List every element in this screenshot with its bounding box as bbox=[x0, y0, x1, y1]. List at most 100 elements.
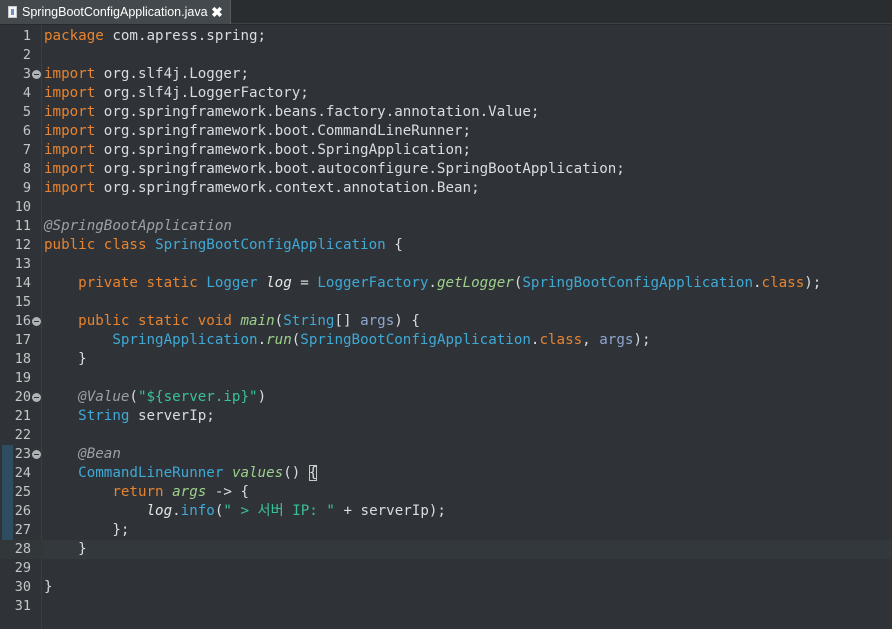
code-line[interactable]: 25 return args -> { bbox=[0, 483, 892, 502]
code-token: class bbox=[103, 237, 147, 253]
code-line[interactable]: 14 private static Logger log = LoggerFac… bbox=[0, 274, 892, 293]
code-line[interactable]: 11 @SpringBootApplication bbox=[0, 217, 892, 236]
code-token: log bbox=[146, 503, 173, 519]
line-number: 13 bbox=[14, 256, 31, 272]
code-token: + serverIp); bbox=[334, 503, 446, 519]
line-background bbox=[42, 559, 892, 578]
code-token: SpringBootConfigApplication bbox=[155, 237, 386, 253]
code-line[interactable]: 24 CommandLineRunner values() { bbox=[0, 464, 892, 483]
code-line[interactable]: 28 } bbox=[0, 540, 892, 559]
code-editor[interactable]: 1 package com.apress.spring; 2 3 import org.… bbox=[0, 25, 892, 629]
code-token: }; bbox=[44, 522, 130, 538]
code-line[interactable]: 12 public class SpringBootConfigApplicati… bbox=[0, 236, 892, 255]
code-text: @Value("${server.ip}") bbox=[44, 388, 266, 407]
code-text: }; bbox=[44, 521, 129, 540]
close-tab-icon[interactable]: ✖ bbox=[208, 4, 226, 21]
code-line[interactable]: 2 bbox=[0, 46, 892, 65]
line-background bbox=[42, 255, 892, 274]
line-background bbox=[42, 540, 892, 559]
line-number: 27 bbox=[14, 522, 31, 538]
line-number: 17 bbox=[14, 332, 31, 348]
code-line[interactable]: 16 public static void main(String[] args… bbox=[0, 312, 892, 331]
code-line[interactable]: 10 bbox=[0, 198, 892, 217]
code-token: String bbox=[78, 408, 130, 424]
code-token: @Bean bbox=[78, 446, 121, 462]
code-token: log bbox=[266, 275, 292, 291]
code-token: org.springframework.boot.CommandLineRunn… bbox=[95, 123, 472, 139]
line-number: 22 bbox=[14, 427, 31, 443]
line-number: 5 bbox=[22, 104, 31, 120]
code-line[interactable]: 18 } bbox=[0, 350, 892, 369]
code-line[interactable]: 31 bbox=[0, 597, 892, 616]
code-token: void bbox=[197, 313, 232, 329]
code-text: import org.slf4j.LoggerFactory; bbox=[44, 84, 309, 103]
code-line[interactable]: 15 bbox=[0, 293, 892, 312]
code-line[interactable]: 30} bbox=[0, 578, 892, 597]
code-token: ( bbox=[129, 389, 138, 405]
code-line[interactable]: 23 @Bean bbox=[0, 445, 892, 464]
code-line[interactable]: 21 String serverIp; bbox=[0, 407, 892, 426]
code-text: return args -> { bbox=[44, 483, 249, 502]
code-token: import bbox=[44, 180, 96, 196]
code-line[interactable]: 3 import org.slf4j.Logger; bbox=[0, 65, 892, 84]
code-token: . bbox=[428, 275, 437, 291]
code-line[interactable]: 1 package com.apress.spring; bbox=[0, 27, 892, 46]
code-token: " > 서버 IP: " bbox=[223, 503, 335, 519]
code-token: } bbox=[44, 351, 87, 367]
line-background bbox=[42, 46, 892, 65]
fold-collapse-icon[interactable] bbox=[32, 393, 41, 402]
fold-collapse-icon[interactable] bbox=[32, 450, 41, 459]
code-token: import bbox=[44, 123, 96, 139]
code-token: private bbox=[78, 275, 138, 291]
code-line[interactable]: 22 bbox=[0, 426, 892, 445]
code-line[interactable]: 29 bbox=[0, 559, 892, 578]
code-text: public class SpringBootConfigApplication… bbox=[44, 236, 403, 255]
code-token: . bbox=[172, 503, 181, 519]
code-token: , bbox=[582, 332, 600, 348]
line-number: 12 bbox=[14, 237, 31, 253]
line-number: 4 bbox=[22, 85, 31, 101]
code-text: import org.springframework.beans.factory… bbox=[44, 103, 539, 122]
fold-collapse-icon[interactable] bbox=[32, 70, 41, 79]
code-token: import bbox=[44, 66, 96, 82]
code-line[interactable]: 4 import org.slf4j.LoggerFactory; bbox=[0, 84, 892, 103]
line-background bbox=[42, 445, 892, 464]
code-token: values bbox=[231, 465, 284, 481]
code-token: static bbox=[137, 313, 190, 329]
code-token: . bbox=[753, 275, 762, 291]
code-line[interactable]: 20 @Value("${server.ip}") bbox=[0, 388, 892, 407]
editor-tab-springbootconfigapplication[interactable]: SpringBootConfigApplication.java ✖ bbox=[0, 0, 231, 24]
code-text: CommandLineRunner values() { bbox=[44, 464, 318, 483]
code-text: } bbox=[44, 350, 87, 369]
line-number: 18 bbox=[14, 351, 31, 367]
code-token: import bbox=[44, 161, 96, 177]
code-line[interactable]: 9 import org.springframework.context.anno… bbox=[0, 179, 892, 198]
code-line[interactable]: 19 bbox=[0, 369, 892, 388]
line-number: 10 bbox=[14, 199, 31, 215]
code-token: { bbox=[385, 237, 403, 253]
code-token: ( bbox=[291, 332, 301, 348]
code-line[interactable]: 26 log.info(" > 서버 IP: " + serverIp); bbox=[0, 502, 892, 521]
code-token: = bbox=[291, 275, 318, 291]
code-line[interactable]: 6 import org.springframework.boot.Command… bbox=[0, 122, 892, 141]
code-line[interactable]: 7 import org.springframework.boot.SpringA… bbox=[0, 141, 892, 160]
code-text: import org.springframework.boot.SpringAp… bbox=[44, 141, 471, 160]
code-line[interactable]: 8 import org.springframework.boot.autocon… bbox=[0, 160, 892, 179]
code-text: private static Logger log = LoggerFactor… bbox=[44, 274, 821, 293]
code-text: String serverIp; bbox=[44, 407, 215, 426]
code-line[interactable]: 13 bbox=[0, 255, 892, 274]
fold-collapse-icon[interactable] bbox=[32, 317, 41, 326]
code-text: import org.springframework.boot.CommandL… bbox=[44, 122, 471, 141]
code-token: . bbox=[257, 332, 267, 348]
line-number: 24 bbox=[14, 465, 31, 481]
code-line[interactable]: 27 }; bbox=[0, 521, 892, 540]
code-token: org.springframework.boot.SpringApplicati… bbox=[95, 142, 472, 158]
code-text: import org.slf4j.Logger; bbox=[44, 65, 249, 84]
code-line[interactable]: 17 SpringApplication.run(SpringBootConfi… bbox=[0, 331, 892, 350]
code-token: ) { bbox=[394, 313, 420, 329]
code-line[interactable]: 5 import org.springframework.beans.factor… bbox=[0, 103, 892, 122]
